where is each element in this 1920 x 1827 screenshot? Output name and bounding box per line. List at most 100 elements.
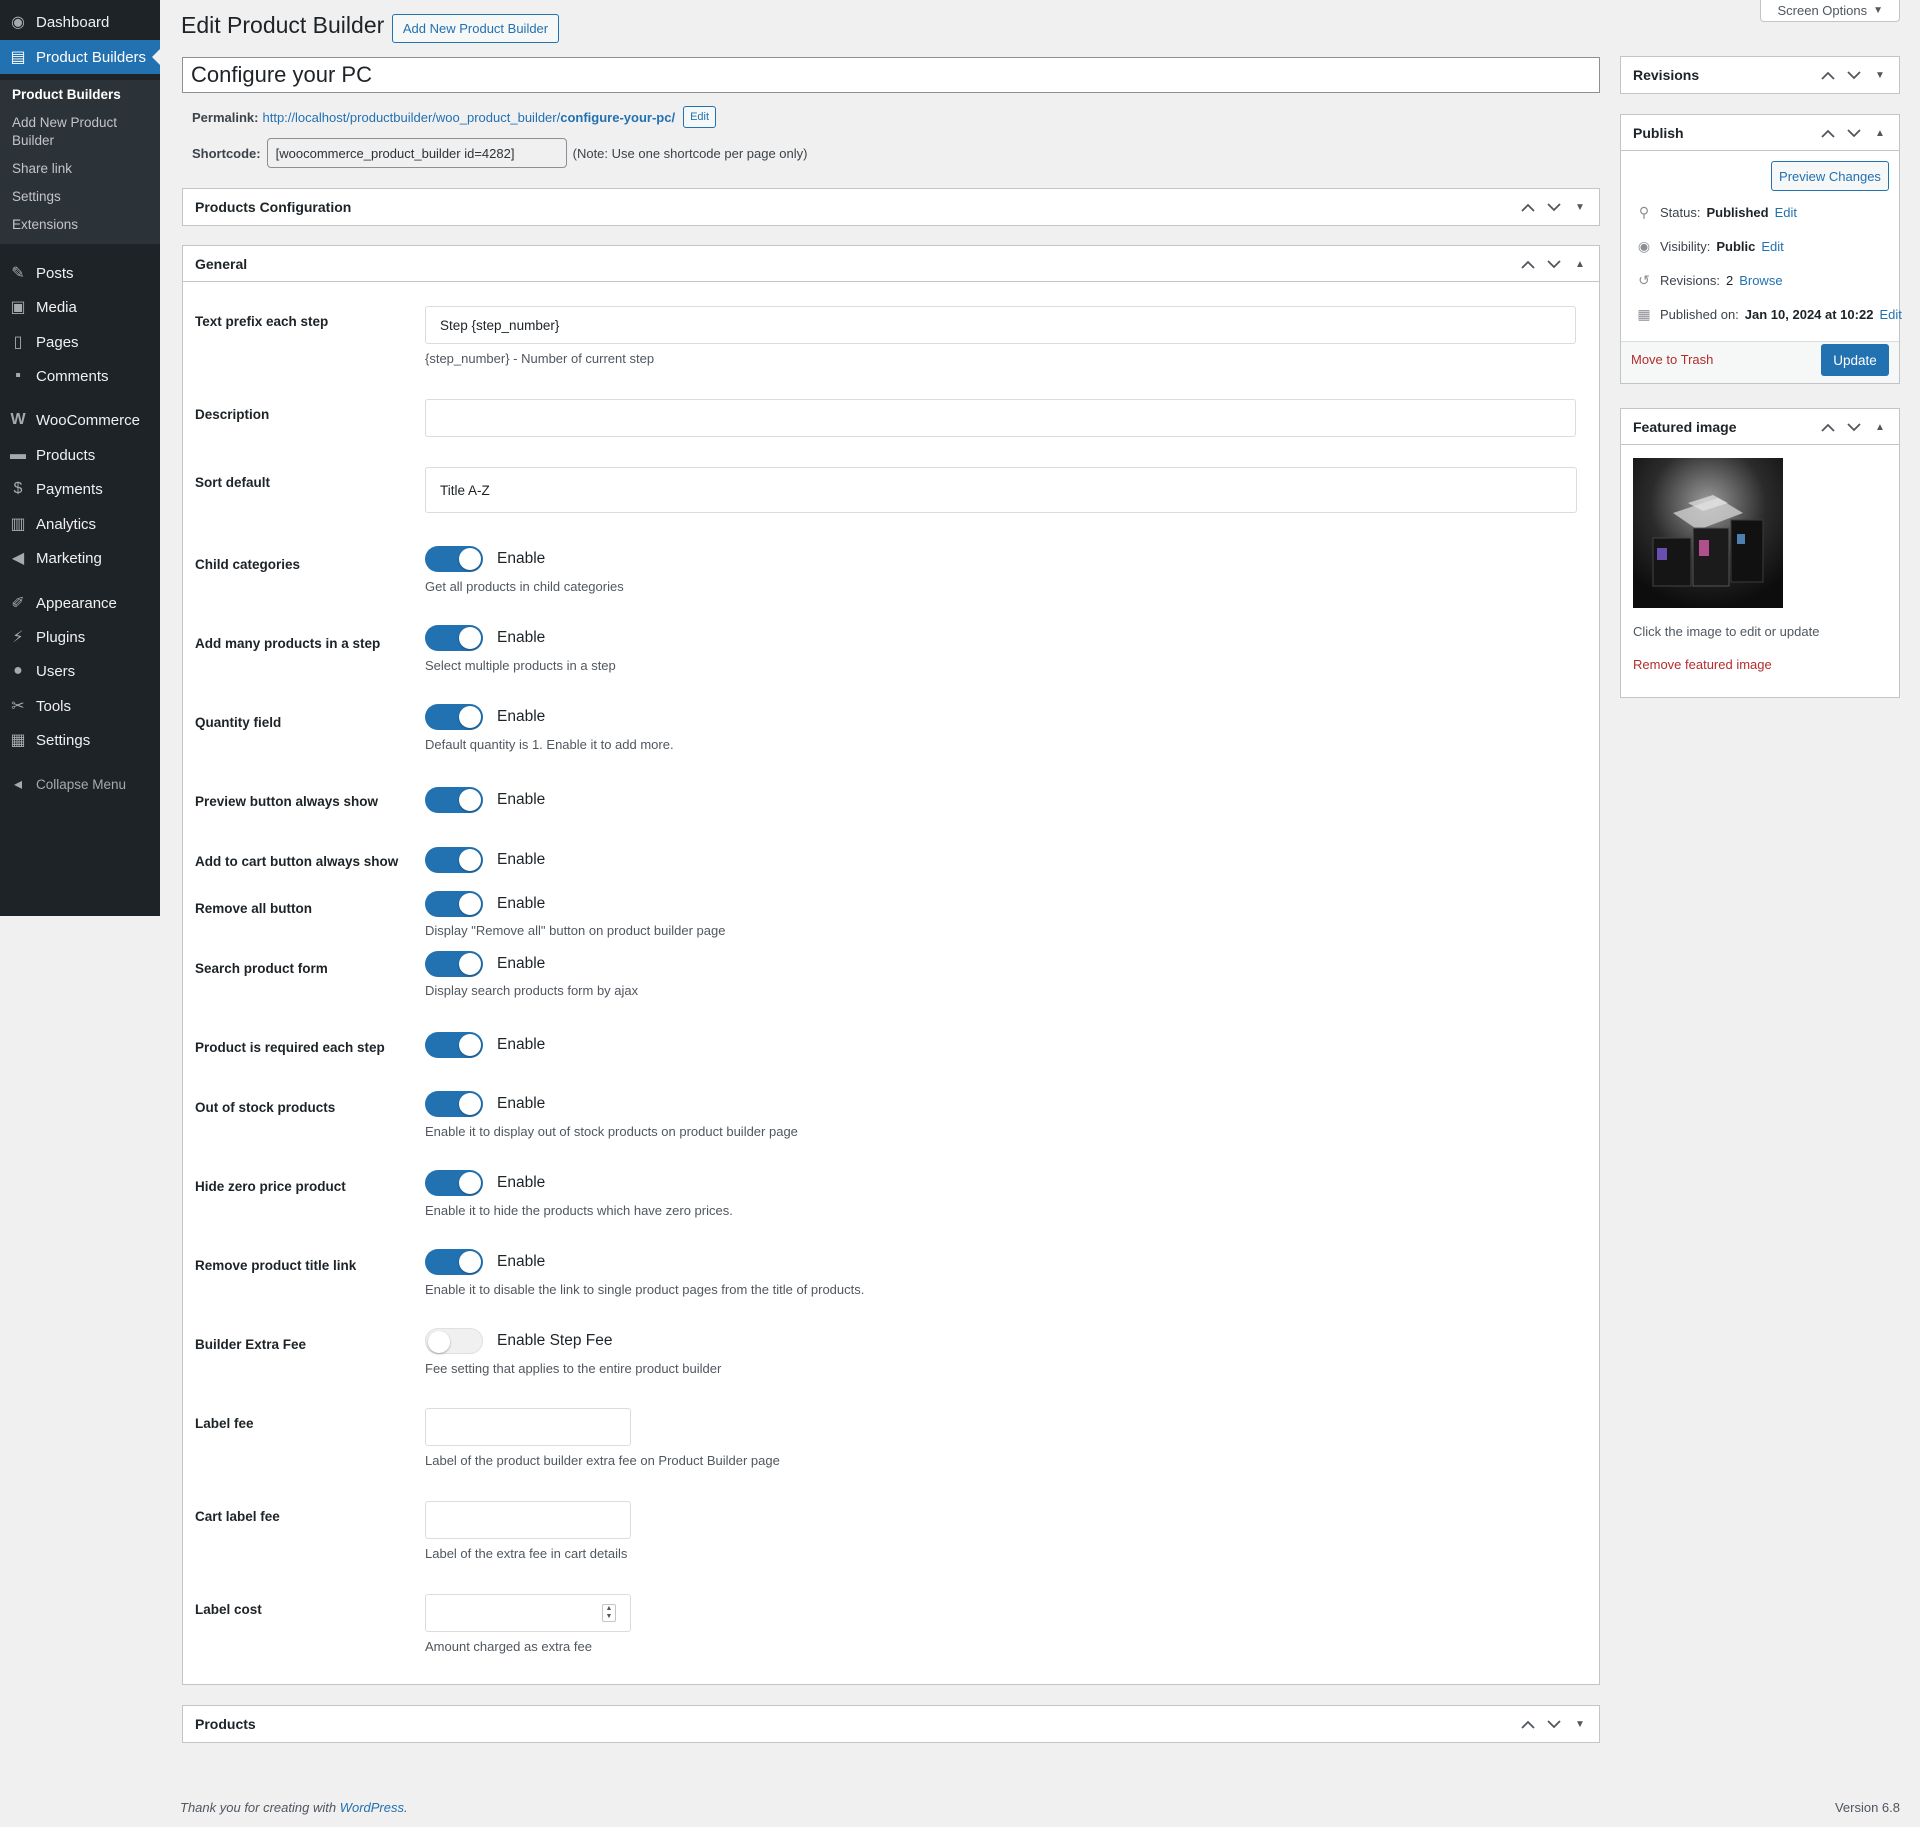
menu-media[interactable]: ▣ Media — [0, 290, 160, 324]
eye-icon: ◉ — [1637, 238, 1651, 254]
move-up-icon[interactable] — [1817, 64, 1839, 86]
preview-changes-button[interactable]: Preview Changes — [1771, 161, 1889, 191]
submenu-settings[interactable]: Settings — [12, 188, 152, 206]
toggle-switch[interactable] — [425, 951, 483, 977]
toggle-switch[interactable] — [425, 847, 483, 873]
submenu-share-link[interactable]: Share link — [12, 160, 152, 178]
wordpress-link[interactable]: WordPress — [340, 1800, 404, 1815]
move-down-icon[interactable] — [1543, 196, 1565, 218]
submenu-product-builders[interactable]: Product Builders — [12, 86, 152, 104]
menu-posts[interactable]: ✎ Posts — [0, 256, 160, 290]
toggle-panel-icon[interactable]: ▲ — [1869, 122, 1891, 144]
publish-header[interactable]: Publish ▲ — [1621, 115, 1899, 151]
menu-appearance[interactable]: ✐ Appearance — [0, 586, 160, 620]
wrench-icon: ✂ — [11, 698, 25, 715]
toggle-panel-icon[interactable]: ▲ — [1569, 253, 1591, 275]
out-of-stock-toggle[interactable]: Enable — [425, 1091, 545, 1117]
menu-product-builders[interactable]: ▤ Product Builders — [0, 40, 160, 74]
move-down-icon[interactable] — [1843, 122, 1865, 144]
toggle-switch[interactable] — [425, 1091, 483, 1117]
product-required-toggle[interactable]: Enable — [425, 1032, 545, 1058]
search-product-form-toggle[interactable]: Enable — [425, 951, 545, 977]
move-down-icon[interactable] — [1843, 416, 1865, 438]
menu-comments[interactable]: ▪ Comments — [0, 359, 160, 393]
toggle-switch[interactable] — [425, 1328, 483, 1354]
post-title-input[interactable]: Configure your PC — [182, 57, 1600, 93]
number-spinner-icon[interactable]: ▲ ▼ — [602, 1604, 616, 1622]
text-prefix-input[interactable]: Step {step_number} — [425, 306, 1576, 344]
menu-payments[interactable]: $ Payments — [0, 472, 160, 506]
add-new-product-builder-button[interactable]: Add New Product Builder — [392, 14, 559, 43]
toggle-switch[interactable] — [425, 1032, 483, 1058]
toggle-panel-icon[interactable]: ▼ — [1869, 64, 1891, 86]
visibility-edit-link[interactable]: Edit — [1761, 239, 1783, 254]
menu-settings[interactable]: ▦ Settings — [0, 723, 160, 757]
toggle-switch[interactable] — [425, 704, 483, 730]
menu-products[interactable]: ▬ Products — [0, 438, 160, 472]
menu-analytics[interactable]: ▥ Analytics — [0, 507, 160, 541]
history-icon: ↺ — [1638, 272, 1650, 288]
menu-users[interactable]: ● Users — [0, 654, 160, 688]
products-header[interactable]: Products ▼ — [183, 1706, 1599, 1742]
permalink-link[interactable]: http://localhost/productbuilder/woo_prod… — [262, 110, 675, 125]
move-to-trash-link[interactable]: Move to Trash — [1631, 352, 1713, 367]
label-fee-input[interactable] — [425, 1408, 631, 1446]
sort-default-select[interactable]: Title A-Z — [425, 467, 1577, 513]
remove-featured-image-link[interactable]: Remove featured image — [1633, 657, 1772, 672]
move-up-icon[interactable] — [1517, 196, 1539, 218]
published-edit-link[interactable]: Edit — [1879, 307, 1901, 322]
menu-dashboard[interactable]: ◉ Dashboard — [0, 5, 160, 39]
featured-image-hint: Click the image to edit or update — [1633, 624, 1820, 639]
permalink-edit-button[interactable]: Edit — [683, 106, 717, 128]
move-up-icon[interactable] — [1817, 122, 1839, 144]
toggle-switch[interactable] — [425, 787, 483, 813]
preview-button-toggle[interactable]: Enable — [425, 787, 545, 813]
browse-revisions-link[interactable]: Browse — [1739, 273, 1782, 288]
builder-extra-fee-toggle[interactable]: Enable Step Fee — [425, 1328, 612, 1354]
description-input[interactable] — [425, 399, 1576, 437]
revisions-header[interactable]: Revisions ▼ — [1621, 57, 1899, 93]
shortcode-field[interactable]: [woocommerce_product_builder id=4282] — [266, 138, 567, 168]
remove-title-link-toggle[interactable]: Enable — [425, 1249, 545, 1275]
update-button[interactable]: Update — [1821, 344, 1889, 376]
status-edit-link[interactable]: Edit — [1775, 205, 1797, 220]
move-down-icon[interactable] — [1543, 253, 1565, 275]
toggle-panel-icon[interactable]: ▼ — [1569, 196, 1591, 218]
remove-all-button-help: Display "Remove all" button on product b… — [425, 923, 726, 938]
toggle-switch[interactable] — [425, 546, 483, 572]
remove-all-button-toggle[interactable]: Enable — [425, 891, 545, 917]
move-down-icon[interactable] — [1543, 1713, 1565, 1735]
menu-plugins[interactable]: ⚡ Plugins — [0, 620, 160, 654]
menu-pages[interactable]: ▯ Pages — [0, 325, 160, 359]
toggle-panel-icon[interactable]: ▼ — [1569, 1713, 1591, 1735]
revisions-line: ↺ Revisions: 2 Browse — [1634, 272, 1782, 289]
screen-options-button[interactable]: Screen Options ▼ — [1760, 0, 1900, 22]
add-to-cart-button-toggle[interactable]: Enable — [425, 847, 545, 873]
add-many-products-toggle[interactable]: Enable — [425, 625, 545, 651]
toggle-switch[interactable] — [425, 1249, 483, 1275]
featured-image-thumbnail[interactable] — [1633, 458, 1783, 608]
move-up-icon[interactable] — [1817, 416, 1839, 438]
menu-marketing[interactable]: ◀ Marketing — [0, 541, 160, 575]
featured-image-header[interactable]: Featured image ▲ — [1621, 409, 1899, 445]
quantity-field-toggle[interactable]: Enable — [425, 704, 545, 730]
child-categories-toggle[interactable]: Enable — [425, 546, 545, 572]
builder-extra-fee-help: Fee setting that applies to the entire p… — [425, 1361, 722, 1376]
submenu-add-new[interactable]: Add New Product Builder — [12, 114, 152, 150]
move-up-icon[interactable] — [1517, 253, 1539, 275]
label-cost-input[interactable]: ▲ ▼ — [425, 1594, 631, 1632]
submenu-extensions[interactable]: Extensions — [12, 216, 152, 234]
toggle-switch[interactable] — [425, 625, 483, 651]
move-down-icon[interactable] — [1843, 64, 1865, 86]
toggle-switch[interactable] — [425, 891, 483, 917]
products-configuration-header[interactable]: Products Configuration ▼ — [183, 189, 1599, 225]
move-up-icon[interactable] — [1517, 1713, 1539, 1735]
collapse-menu[interactable]: ◂ Collapse Menu — [0, 767, 160, 801]
menu-tools[interactable]: ✂ Tools — [0, 689, 160, 723]
toggle-panel-icon[interactable]: ▲ — [1869, 416, 1891, 438]
menu-woocommerce[interactable]: W WooCommerce — [0, 403, 160, 437]
toggle-switch[interactable] — [425, 1170, 483, 1196]
hide-zero-price-toggle[interactable]: Enable — [425, 1170, 545, 1196]
general-header[interactable]: General ▲ — [183, 246, 1599, 282]
cart-label-fee-input[interactable] — [425, 1501, 631, 1539]
